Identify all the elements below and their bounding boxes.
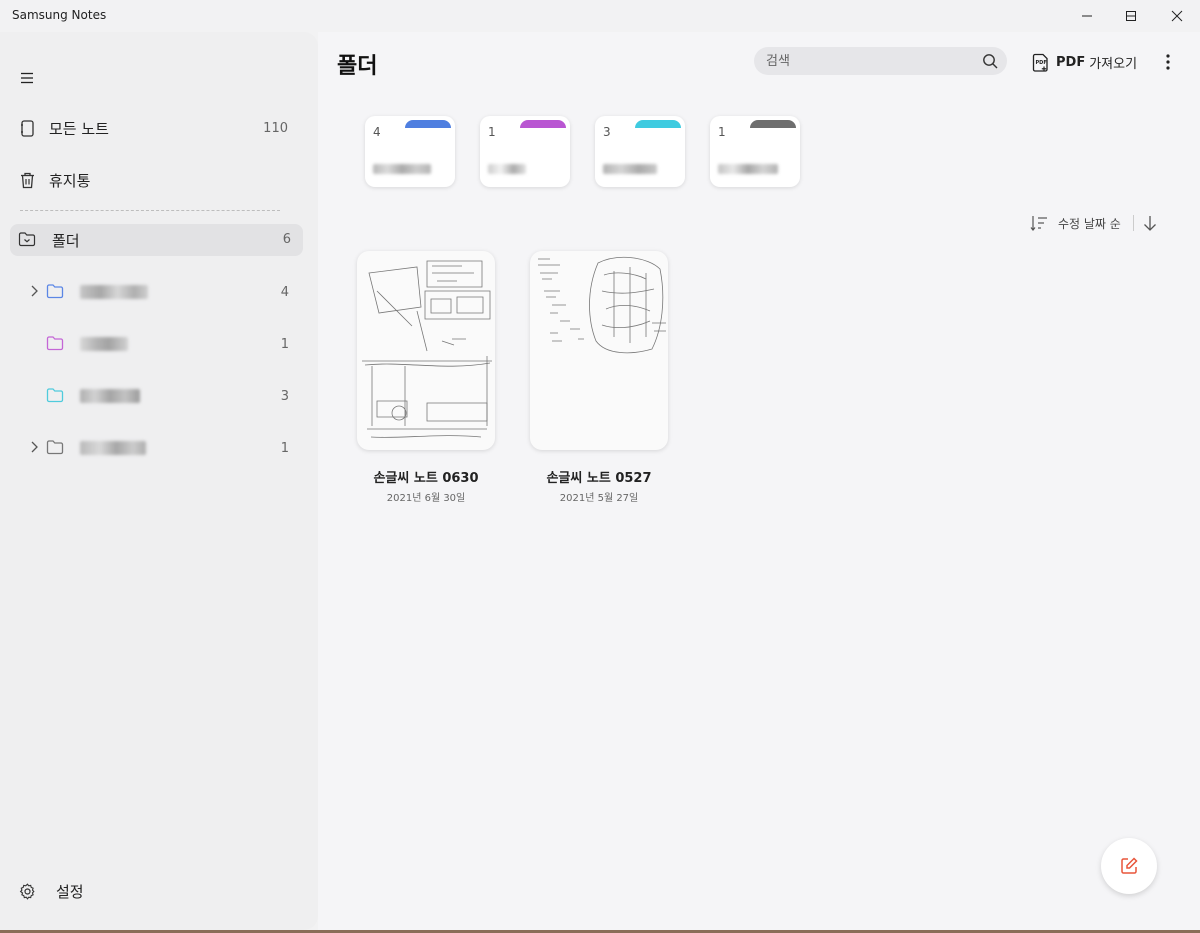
more-vertical-icon[interactable]: [1160, 52, 1176, 72]
folder-card[interactable]: 1: [480, 116, 570, 187]
new-note-button[interactable]: [1101, 838, 1157, 894]
trash-icon: [18, 171, 36, 189]
sidebar-item-label: 모든 노트: [49, 119, 109, 138]
new-note-icon: [1121, 857, 1138, 874]
chevron-right-icon[interactable]: [27, 284, 41, 298]
sort-label[interactable]: 수정 날짜 순: [1058, 215, 1121, 232]
folder-card-count: 1: [488, 125, 496, 139]
note-card[interactable]: [530, 251, 668, 450]
main-panel: 폴더 PDF PDF 가져오기 4 1 3 1 수정 날짜 순: [318, 32, 1200, 930]
note-date: 2021년 6월 30일: [386, 493, 466, 504]
notebook-icon: [18, 119, 36, 137]
sidebar-item-label: 휴지통: [49, 171, 91, 190]
maximize-button[interactable]: [1108, 0, 1154, 32]
folder-card[interactable]: 3: [595, 116, 685, 187]
pdf-import-button[interactable]: PDF PDF 가져오기: [1032, 51, 1137, 73]
redacted-folder-name: [80, 389, 140, 403]
sidebar-item-count: 110: [263, 120, 288, 136]
folder-card-count: 3: [603, 125, 611, 139]
gear-icon: [18, 882, 36, 900]
sidebar-item-trash[interactable]: 휴지통: [0, 164, 318, 196]
sort-separator: [1132, 215, 1134, 231]
redacted-folder-name: [80, 441, 146, 455]
folder-item[interactable]: 1: [0, 433, 318, 463]
minimize-button-area[interactable]: [1064, 0, 1110, 32]
close-button[interactable]: [1154, 0, 1200, 32]
maximize-icon: [1126, 11, 1136, 21]
folder-card-count: 4: [373, 125, 381, 139]
app-title: Samsung Notes: [12, 8, 107, 22]
redacted-folder-name: [373, 164, 431, 174]
pdf-import-label: 가져오기: [1089, 56, 1138, 72]
folder-card[interactable]: 1: [710, 116, 800, 187]
close-icon: [1171, 10, 1183, 22]
pdf-badge-label: PDF: [1056, 54, 1086, 70]
sidebar-divider: [20, 210, 280, 211]
search-input[interactable]: [766, 51, 966, 71]
note-card[interactable]: [357, 251, 495, 450]
folder-card[interactable]: 4: [365, 116, 455, 187]
sort-control[interactable]: 수정 날짜 순: [1030, 213, 1157, 233]
sidebar-item-settings[interactable]: 설정: [0, 875, 318, 907]
redacted-folder-name: [718, 164, 778, 174]
sidebar-item-all-notes[interactable]: 모든 노트 110: [0, 112, 318, 144]
folder-icon: [46, 336, 64, 351]
handwriting-thumbnail: [362, 260, 492, 438]
redacted-folder-name: [80, 337, 128, 351]
menu-button[interactable]: [0, 62, 318, 94]
title-bar: Samsung Notes: [0, 0, 1200, 32]
note-title[interactable]: 손글씨 노트 0630: [351, 467, 501, 486]
sidebar-item-folders[interactable]: 폴더 6: [10, 224, 303, 256]
folder-color-tab: [520, 120, 566, 128]
arrow-down-icon[interactable]: [1143, 215, 1157, 231]
sidebar: 모든 노트 110 휴지통 폴더 6 4 1 3 1 설정: [0, 32, 318, 930]
folder-card-count: 1: [718, 125, 726, 139]
search-bar[interactable]: [754, 47, 1007, 75]
folder-count: 1: [280, 337, 289, 352]
sidebar-item-label: 폴더: [52, 232, 80, 250]
folder-count: 3: [280, 389, 289, 404]
folder-item[interactable]: 4: [0, 277, 318, 307]
chevron-right-icon[interactable]: [27, 440, 41, 454]
folder-icon: [46, 388, 64, 403]
folder-item[interactable]: 3: [0, 381, 318, 411]
folder-color-tab: [635, 120, 681, 128]
search-icon[interactable]: [982, 53, 998, 69]
minimize-icon: [1082, 15, 1092, 17]
folder-color-tab: [750, 120, 796, 128]
folder-icon: [46, 440, 64, 455]
redacted-folder-name: [603, 164, 657, 174]
redacted-folder-name: [80, 285, 148, 299]
redacted-folder-name: [488, 164, 526, 174]
folder-count: 1: [280, 441, 289, 456]
page-title: 폴더: [337, 54, 378, 79]
folder-icon: [46, 284, 64, 299]
sort-icon: [1030, 216, 1047, 231]
folder-collapse-icon: [18, 231, 36, 251]
hamburger-menu-icon: [18, 69, 36, 87]
folder-color-tab: [405, 120, 451, 128]
note-date: 2021년 5월 27일: [559, 493, 639, 504]
handwriting-thumbnail: [538, 257, 666, 354]
pdf-import-icon: PDF: [1032, 53, 1048, 72]
sidebar-item-label: 설정: [56, 882, 84, 901]
sidebar-item-count: 6: [282, 232, 291, 247]
svg-text:PDF: PDF: [1036, 60, 1047, 66]
folder-count: 4: [280, 285, 289, 300]
folder-item[interactable]: 1: [0, 329, 318, 359]
note-title[interactable]: 손글씨 노트 0527: [524, 467, 674, 486]
